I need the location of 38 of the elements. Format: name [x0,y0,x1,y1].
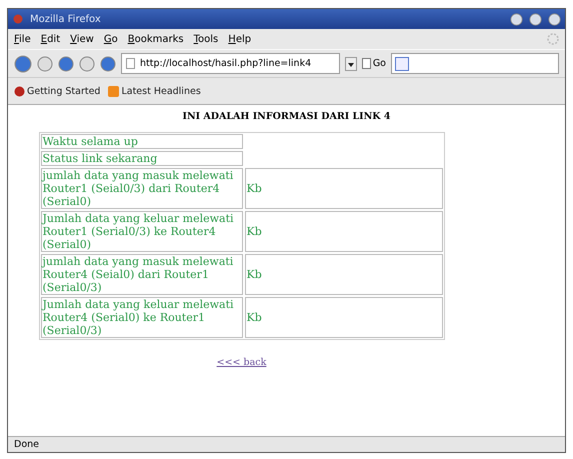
table-cell: Kb [244,211,442,252]
menu-item[interactable]: Bookmarks [128,34,184,44]
table-cell: Kb [244,297,442,338]
table-cell: Kb [244,168,442,209]
menu-item[interactable]: Help [228,34,252,44]
throbber-icon [547,33,559,45]
table-cell: Jumlah data yang keluar melewati Router4 (Serial0) ke Router1 (Serial0/3) [40,297,242,338]
page-heading: INI ADALAH INFORMASI DARI LINK 4 [182,111,390,122]
table-cell: Status link sekarang [40,151,242,166]
back-link[interactable]: <<< back [216,357,266,368]
minimize-button[interactable] [510,12,523,26]
menu-item[interactable]: File [14,34,31,44]
go-button[interactable]: Go [362,58,386,69]
page-icon [126,58,135,69]
search-field[interactable] [391,53,559,74]
maximize-button[interactable] [529,12,542,26]
table-cell: jumlah data yang masuk melewati Router4 (Seial0) dari Router1 (Serial0/3) [40,254,242,295]
address-field[interactable]: http://localhost/hasil.php?line=link4 [121,53,340,74]
back-button[interactable] [14,54,32,72]
table-cell: jumlah data yang masuk melewati Router1 (Seial0/3) dari Router4 (Serial0) [40,168,242,209]
window-title: Mozilla Firefox [30,14,102,24]
menu-item[interactable]: Tools [194,34,218,44]
search-engine-icon[interactable] [395,56,409,70]
menu-item[interactable]: Edit [40,34,60,44]
table-cell: Waktu selama up [40,134,242,149]
close-button[interactable] [548,12,561,26]
bookmark-link[interactable]: Latest Headlines [108,86,201,96]
table-cell: Kb [244,254,442,295]
home-button[interactable] [100,56,116,72]
table-cell: Jumlah data yang keluar melewati Router1 (Serial0/3) ke Router4 (Serial0) [40,211,242,252]
forward-button[interactable] [37,56,53,72]
menu-item[interactable]: View [70,34,94,44]
bookmark-link[interactable]: Getting Started [14,86,100,96]
dropdown-icon[interactable] [344,56,357,70]
status-text: Done [14,439,39,450]
stop-button[interactable] [79,56,95,72]
reload-button[interactable] [58,56,74,72]
menu-item[interactable]: Go [104,34,118,44]
